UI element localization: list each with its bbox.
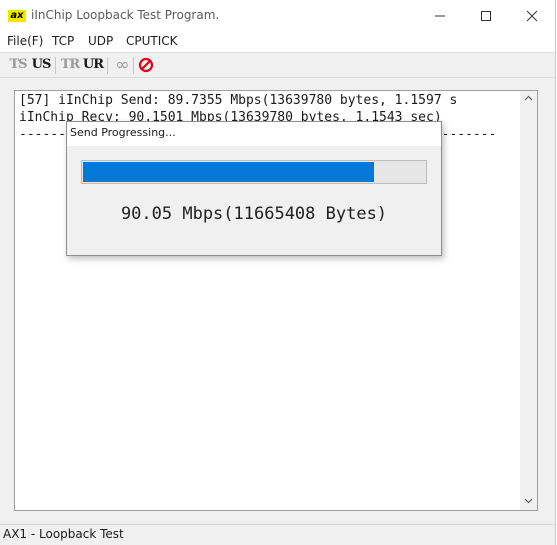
progress-bar [81,160,427,184]
toolbar-separator [55,57,56,74]
log-line: [57] iInChip Send: 89.7355 Mbps(13639780… [19,93,458,108]
minimize-button[interactable] [417,0,463,32]
dialog-title: Send Progressing... [70,126,176,139]
app-logo-icon: ax [8,10,26,22]
toolbar-separator [107,57,108,74]
progress-bar-fill [83,162,374,182]
udp-receive-icon[interactable]: UR [82,56,104,74]
status-bar: AX1 - Loopback Test [0,524,555,545]
stop-sign-icon [138,57,154,73]
status-text: AX1 - Loopback Test [3,527,124,541]
menu-cputick[interactable]: CPUTICK [126,34,178,48]
title-bar[interactable]: ax iInChip Loopback Test Program. [0,0,555,32]
tcp-receive-icon[interactable]: TR [59,56,81,74]
close-button[interactable] [509,0,555,32]
scroll-up-icon[interactable] [524,95,532,103]
progress-dialog: Send Progressing... 90.05 Mbps(11665408 … [66,121,442,256]
menu-udp[interactable]: UDP [88,34,113,48]
minimize-icon [435,15,445,17]
transfer-rate: 90.05 Mbps(11665408 Bytes) [120,204,388,224]
udp-server-icon[interactable]: US [30,56,52,74]
menu-tcp[interactable]: TCP [52,34,74,48]
menu-file[interactable]: File(F) [7,34,43,48]
window-title: iInChip Loopback Test Program. [31,8,220,22]
menu-bar: File(F) TCP UDP CPUTICK [0,32,555,52]
loop-icon[interactable]: ∞ [111,56,133,74]
screen: ax iInChip Loopback Test Program. File(F… [0,0,557,545]
toolbar: TS US TR UR ∞ [0,52,555,78]
maximize-icon [481,11,491,21]
close-icon [526,10,538,22]
vertical-scrollbar[interactable] [520,91,537,510]
dialog-title-bar[interactable]: Send Progressing... [67,122,441,146]
tcp-server-icon[interactable]: TS [7,56,29,74]
scroll-down-icon[interactable] [524,498,532,506]
main-window: ax iInChip Loopback Test Program. File(F… [0,0,556,545]
stop-icon[interactable] [135,56,157,74]
maximize-button[interactable] [463,0,509,32]
toolbar-separator [133,57,134,74]
